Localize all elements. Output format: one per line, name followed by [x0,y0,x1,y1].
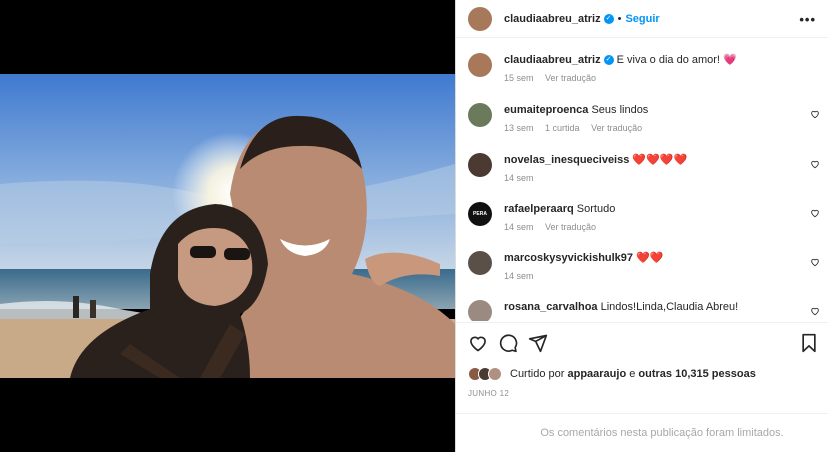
comment-time[interactable]: 14 sem [504,173,534,183]
likes-user[interactable]: appaaraujo [567,368,626,380]
comment-translate-link[interactable]: Ver tradução [545,222,596,232]
commenter-avatar[interactable] [468,103,492,127]
comment-time[interactable]: 13 sem [504,123,534,133]
likes-others[interactable]: outras 10,315 pessoas [638,368,755,380]
comment-username[interactable]: eumaiteproenca [504,104,588,116]
comment-text: Lindos!Linda,Claudia Abreu! [600,301,739,313]
like-heart-icon[interactable] [468,333,488,353]
save-bookmark-icon[interactable] [800,333,818,353]
caption-text: E viva o dia do amor! 💗 [616,54,737,66]
post-photo[interactable] [0,74,455,378]
comment-row: marcoskysyvickishulk97 ❤️❤️ 14 sem [468,251,820,281]
likes-summary: Curtido por appaaraujo e outras 10,315 p… [468,367,756,381]
commenter-avatar[interactable] [468,300,492,321]
post-date[interactable]: JUNHO 12 [468,389,509,398]
verified-badge-icon: ✓ [603,55,614,66]
comment-text: ❤️❤️❤️❤️ [632,154,688,166]
likes-prefix: Curtido por [510,368,565,380]
header-separator: • [617,12,622,25]
comment-time[interactable]: 14 sem [504,271,534,281]
comment-translate-link[interactable]: Ver tradução [591,123,642,133]
comment-text: Sortudo [576,203,616,215]
author-avatar[interactable] [468,6,492,31]
post-header: claudiaabreu_atriz ✓ • Seguir ••• [456,0,828,38]
post-media[interactable] [0,0,455,452]
liker-avatar [488,367,502,381]
post-actions: Curtido por appaaraujo e outras 10,315 p… [456,322,828,412]
comment-bubble-icon[interactable] [498,333,518,353]
comment-row: novelas_inesqueciveiss ❤️❤️❤️❤️ 14 sem [468,153,820,183]
comment-text: ❤️❤️ [636,252,664,264]
comment-likes[interactable]: 1 curtida [545,123,580,133]
commenter-avatar-text: PERA [473,211,487,217]
commenter-avatar[interactable] [468,251,492,275]
comment-row: eumaiteproenca Seus lindos 13 sem 1 curt… [468,103,820,133]
comment-like-heart-icon[interactable] [810,208,820,218]
commenter-avatar[interactable]: PERA [468,202,492,226]
author-avatar-small[interactable] [468,53,492,77]
caption-username[interactable]: claudiaabreu_atriz [504,54,601,66]
comment-username[interactable]: rafaelperaarq [504,203,574,215]
likes-middle: e [629,368,636,380]
comment-username[interactable]: novelas_inesqueciveiss [504,154,629,166]
author-username[interactable]: claudiaabreu_atriz [504,13,601,25]
action-icons-bar [468,333,818,355]
comment-like-heart-icon[interactable] [810,109,820,119]
share-send-icon[interactable] [528,333,548,353]
comment-like-heart-icon[interactable] [810,159,820,169]
caption-time[interactable]: 15 sem [504,73,534,83]
commenter-avatar[interactable] [468,153,492,177]
follow-button[interactable]: Seguir [625,13,659,25]
more-options-icon[interactable]: ••• [799,12,816,27]
comment-username[interactable]: marcoskysyvickishulk97 [504,252,633,264]
comment-row: rosana_carvalhoa Lindos!Linda,Claudia Ab… [468,300,820,321]
post-panel: claudiaabreu_atriz ✓ • Seguir ••• claudi… [455,0,828,452]
comment-row: PERA rafaelperaarq Sortudo 14 sem Ver tr… [468,202,820,232]
comment-like-heart-icon[interactable] [810,257,820,267]
comment-text: Seus lindos [591,104,649,116]
verified-badge-icon: ✓ [603,13,614,24]
beach-selfie-image [0,74,455,378]
comment-like-heart-icon[interactable] [810,306,820,316]
comments-limited-notice: Os comentários nesta publicação foram li… [456,413,828,452]
caption-row: claudiaabreu_atriz ✓ E viva o dia do amor… [468,53,820,83]
caption-translate-link[interactable]: Ver tradução [545,73,596,83]
comment-time[interactable]: 14 sem [504,222,534,232]
comment-username[interactable]: rosana_carvalhoa [504,301,598,313]
comments-list[interactable]: claudiaabreu_atriz ✓ E viva o dia do amor… [456,39,828,321]
